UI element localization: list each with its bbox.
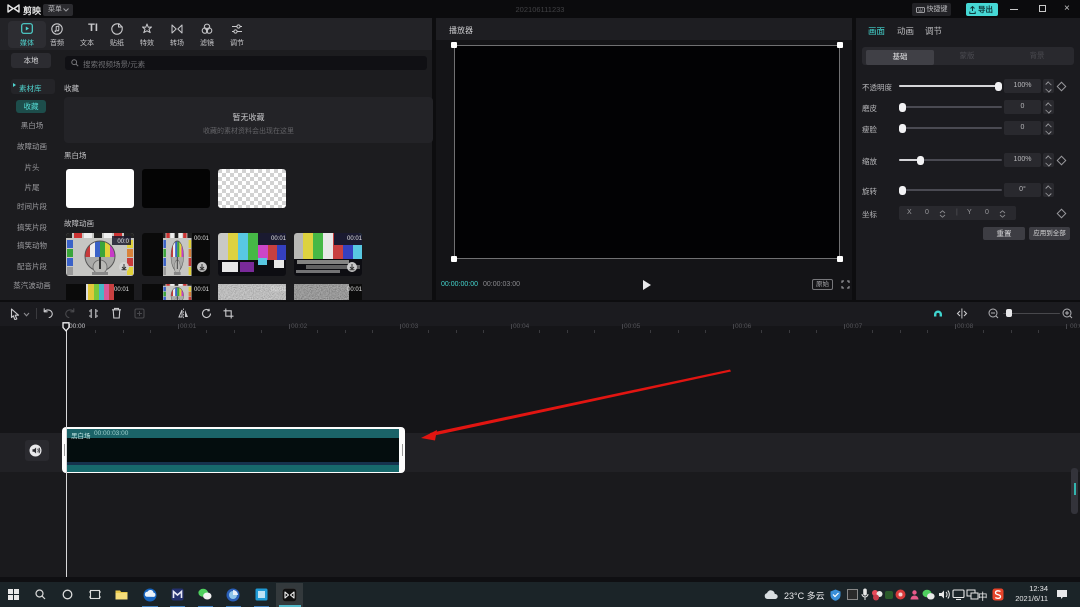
svg-text:00:0: 00:0 [117, 239, 129, 245]
